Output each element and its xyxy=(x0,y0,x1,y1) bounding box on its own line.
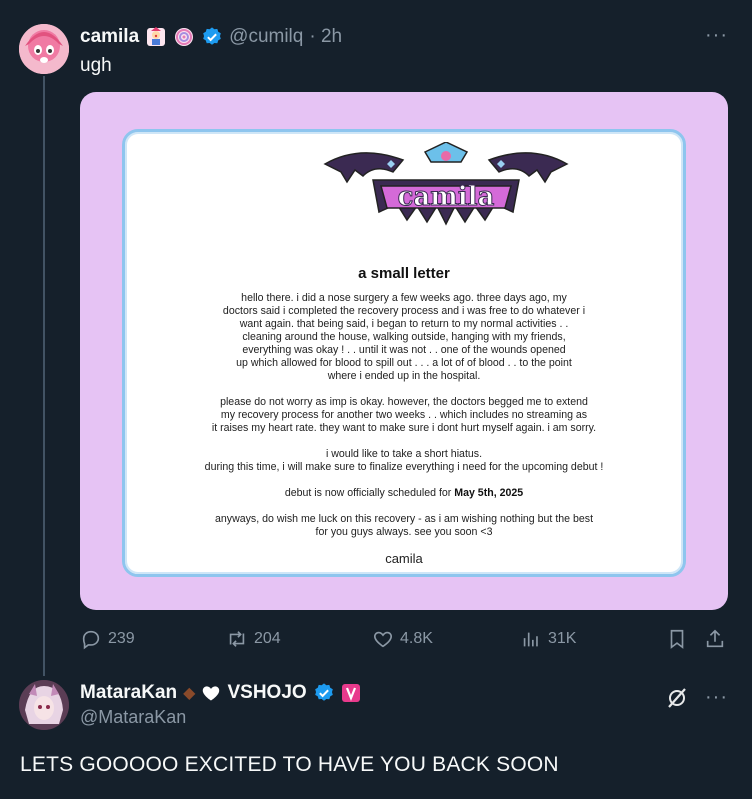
views-button[interactable]: 31K xyxy=(520,628,576,650)
post-actions-bar: 239 204 4.8K 31K xyxy=(80,626,728,652)
heart-icon xyxy=(374,631,392,648)
cockroach-icon: ◆ xyxy=(183,685,196,702)
reply-author-handle[interactable]: @MataraKan xyxy=(80,707,186,728)
verified-badge-icon xyxy=(203,27,221,45)
author-handle[interactable]: @cumilq xyxy=(229,26,303,48)
post-text: ugh xyxy=(80,55,112,76)
camila-logo-image: camila xyxy=(323,142,569,226)
reply-author-avatar[interactable] xyxy=(19,680,69,730)
letter-frame: camila a small letter hello there. i did… xyxy=(122,129,686,577)
like-button[interactable]: 4.8K xyxy=(372,628,433,650)
bookmark-icon xyxy=(670,629,684,649)
clown-badge-icon xyxy=(145,26,167,48)
reply-count: 239 xyxy=(108,630,135,647)
letter-title: a small letter xyxy=(358,265,450,282)
letter-paragraph: hello there. i did a nose surgery a few … xyxy=(222,292,586,382)
debut-date: May 5th, 2025 xyxy=(454,487,524,499)
letter-signature: camila xyxy=(385,551,423,566)
post-header: camila @cumilq · 2h xyxy=(80,24,342,50)
repost-button[interactable]: 204 xyxy=(226,628,281,650)
letter-body: hello there. i did a nose surgery a few … xyxy=(165,292,643,578)
repost-count: 204 xyxy=(254,630,281,647)
post-image[interactable]: camila a small letter hello there. i did… xyxy=(80,92,728,610)
post-timestamp[interactable]: · 2h xyxy=(309,26,342,48)
reply-name-suffix[interactable]: VSHOJO xyxy=(227,682,306,704)
lollipop-badge-icon xyxy=(173,26,195,48)
white-heart-icon xyxy=(203,686,220,701)
author-name[interactable]: camila xyxy=(80,26,139,48)
reply-author-name[interactable]: MataraKan xyxy=(80,682,177,704)
reply-button[interactable]: 239 xyxy=(80,628,135,650)
view-count: 31K xyxy=(548,630,577,647)
bookmark-button[interactable] xyxy=(666,628,688,650)
verified-badge-icon xyxy=(314,683,333,701)
letter-paragraph: anyways, do wish me luck on this recover… xyxy=(214,513,594,538)
reply-text: LETS GOOOOO EXCITED TO HAVE YOU BACK SOO… xyxy=(20,753,559,776)
vshojo-affiliate-badge-icon[interactable] xyxy=(341,683,361,703)
share-button[interactable] xyxy=(704,628,726,650)
reply-icon xyxy=(82,630,100,650)
thread-connector-line xyxy=(43,76,45,676)
share-icon xyxy=(706,629,724,648)
grok-icon[interactable] xyxy=(665,686,689,710)
reply-more-options-icon[interactable]: ··· xyxy=(705,686,728,709)
like-count: 4.8K xyxy=(400,630,433,647)
logo-text: camila xyxy=(398,182,495,212)
repost-icon xyxy=(229,631,245,647)
analytics-icon xyxy=(523,632,538,647)
debut-line: debut is now officially scheduled for Ma… xyxy=(165,487,643,500)
author-avatar[interactable] xyxy=(19,24,69,74)
more-options-icon[interactable]: ··· xyxy=(705,24,728,47)
debut-prefix: debut is now officially scheduled for xyxy=(284,487,455,499)
letter-paragraph: please do not worry as imp is okay. howe… xyxy=(211,396,597,434)
reply-header: MataraKan ◆ VSHOJO xyxy=(80,680,361,706)
letter-paragraph: i would like to take a short hiatus. dur… xyxy=(204,448,604,473)
